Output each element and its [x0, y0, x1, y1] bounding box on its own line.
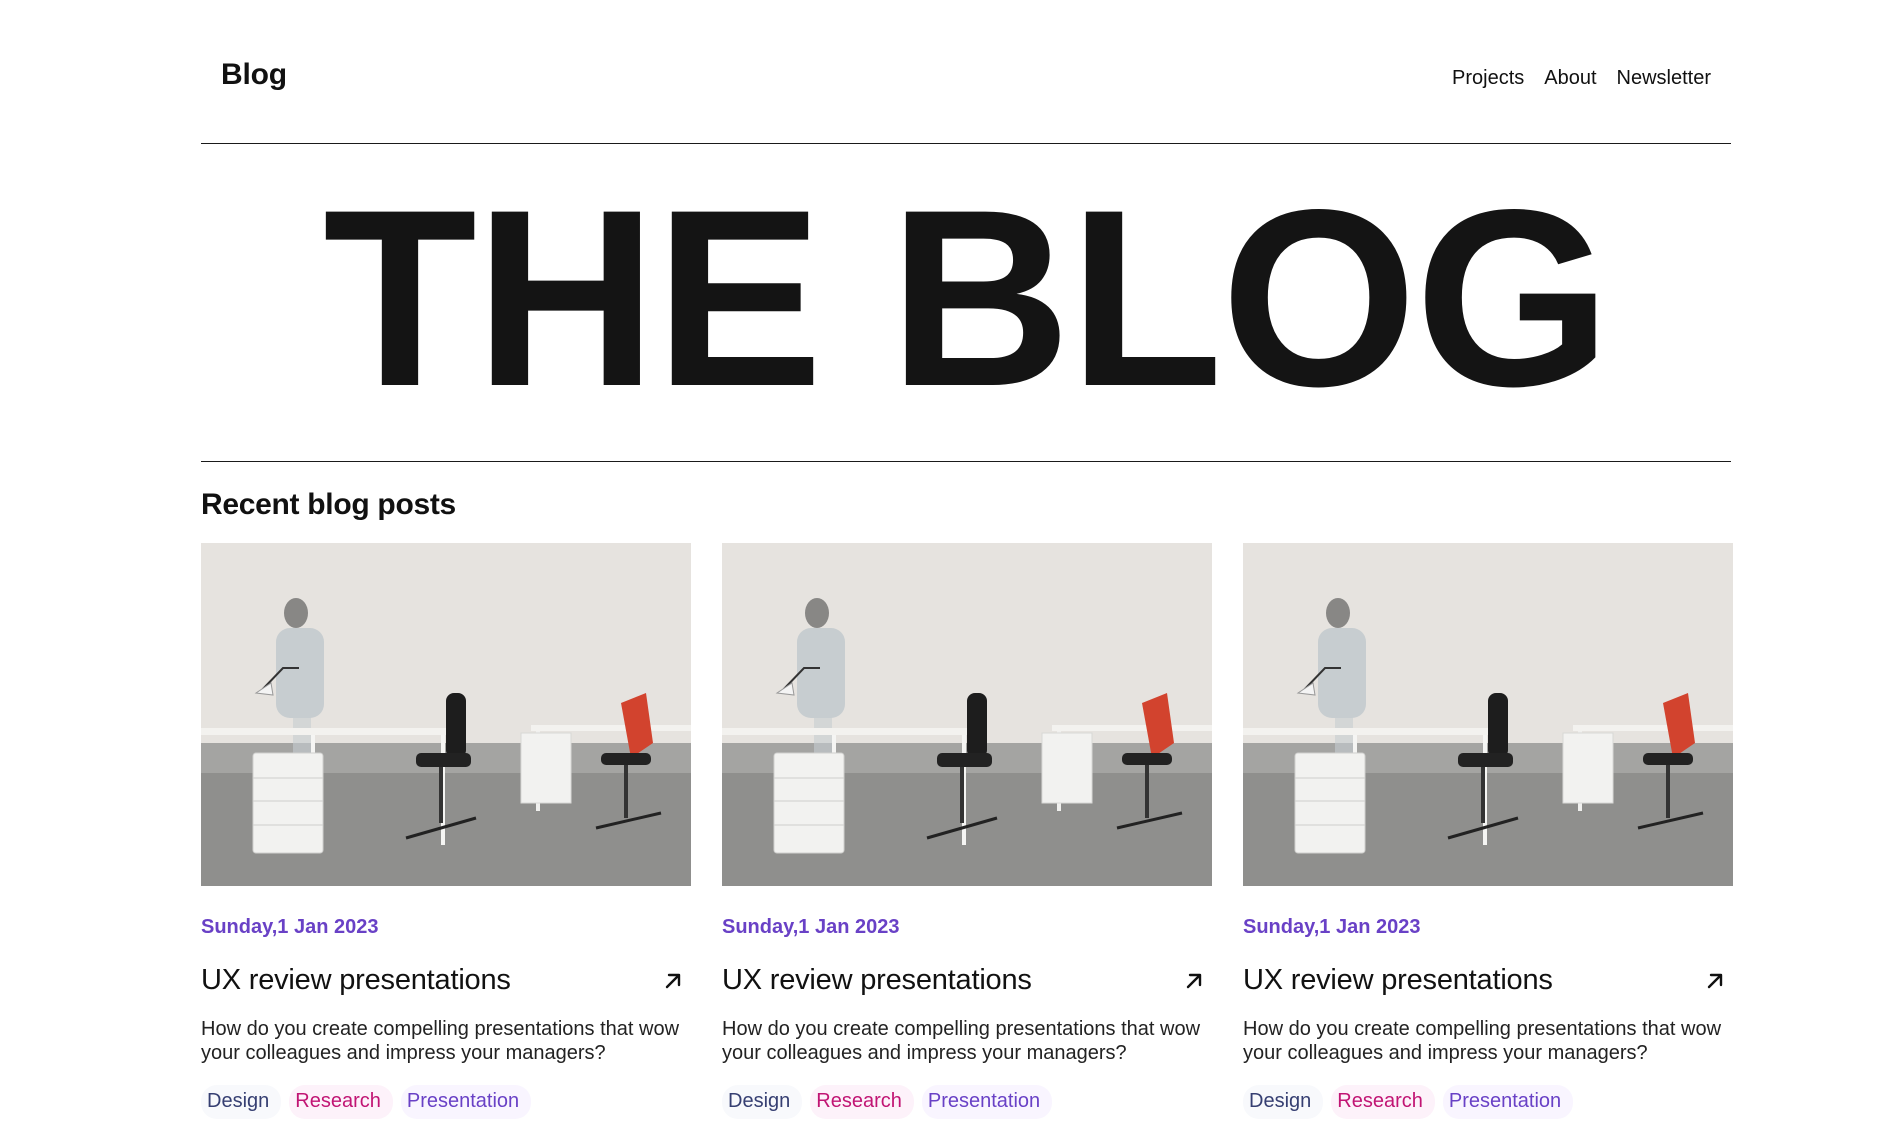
office-photo-illustration [722, 543, 1212, 886]
post-excerpt: How do you create compelling presentatio… [1243, 1018, 1722, 1064]
post-tags: Design Research Presentation [722, 1085, 1212, 1119]
tag-design[interactable]: Design [722, 1085, 803, 1119]
post-card[interactable]: Sunday,1 Jan 2023 UX review presentation… [201, 543, 691, 1119]
tag-design[interactable]: Design [201, 1085, 282, 1119]
content-wrapper: Blog Projects About Newsletter THE BLOG … [201, 0, 1733, 1119]
arrow-up-right-icon[interactable] [1703, 969, 1727, 993]
arrow-up-right-icon[interactable] [661, 969, 685, 993]
post-card[interactable]: Sunday,1 Jan 2023 UX review presentation… [1243, 543, 1733, 1119]
nav-link-newsletter[interactable]: Newsletter [1617, 64, 1711, 92]
office-photo-illustration [1243, 543, 1733, 886]
post-card[interactable]: Sunday,1 Jan 2023 UX review presentation… [722, 543, 1212, 1119]
post-title-row: UX review presentations [201, 964, 691, 997]
tag-research[interactable]: Research [1331, 1085, 1435, 1119]
arrow-up-right-icon[interactable] [1182, 969, 1206, 993]
hero-title: THE BLOG [323, 157, 1611, 439]
hero-banner: THE BLOG [201, 144, 1731, 462]
post-thumbnail[interactable] [722, 543, 1212, 886]
nav-link-about[interactable]: About [1544, 64, 1596, 92]
nav-link-projects[interactable]: Projects [1452, 64, 1524, 92]
post-tags: Design Research Presentation [1243, 1085, 1733, 1119]
tag-design[interactable]: Design [1243, 1085, 1324, 1119]
main-nav: Projects About Newsletter [1452, 64, 1711, 92]
tag-presentation[interactable]: Presentation [400, 1085, 532, 1119]
tag-research[interactable]: Research [810, 1085, 914, 1119]
post-date: Sunday,1 Jan 2023 [201, 916, 379, 938]
post-title-row: UX review presentations [722, 964, 1212, 997]
post-date: Sunday,1 Jan 2023 [722, 916, 900, 938]
post-title[interactable]: UX review presentations [1243, 964, 1553, 997]
tag-presentation[interactable]: Presentation [1442, 1085, 1574, 1119]
post-excerpt: How do you create compelling presentatio… [201, 1018, 680, 1064]
page: Blog Projects About Newsletter THE BLOG … [0, 0, 1900, 1121]
post-title-row: UX review presentations [1243, 964, 1733, 997]
post-thumbnail[interactable] [1243, 543, 1733, 886]
post-excerpt: How do you create compelling presentatio… [722, 1018, 1201, 1064]
post-date: Sunday,1 Jan 2023 [1243, 916, 1421, 938]
post-thumbnail[interactable] [201, 543, 691, 886]
post-title[interactable]: UX review presentations [201, 964, 511, 997]
post-title[interactable]: UX review presentations [722, 964, 1032, 997]
tag-research[interactable]: Research [289, 1085, 393, 1119]
post-tags: Design Research Presentation [201, 1085, 691, 1119]
section-title: Recent blog posts [201, 488, 456, 521]
site-header: Blog Projects About Newsletter [201, 0, 1731, 144]
office-photo-illustration [201, 543, 691, 886]
brand-logo-text[interactable]: Blog [221, 58, 287, 92]
tag-presentation[interactable]: Presentation [921, 1085, 1053, 1119]
posts-grid: Sunday,1 Jan 2023 UX review presentation… [201, 543, 1733, 1119]
